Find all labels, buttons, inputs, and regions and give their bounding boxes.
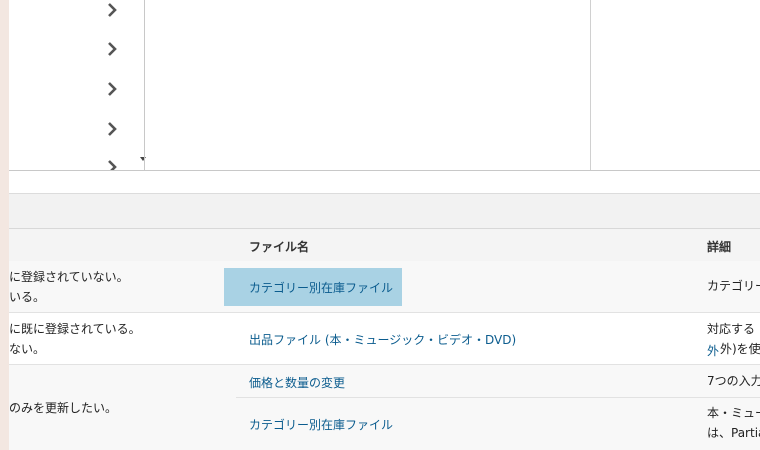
column-header-file-name: ファイル名 [249,240,310,254]
situation-text: ない。 [9,342,46,356]
chevron-right-icon[interactable] [105,3,119,17]
situation-text: いる。 [9,290,46,304]
divider [144,0,145,170]
details-link[interactable]: 外 [707,342,719,359]
details-text: 外)を使用 [720,342,760,356]
table-header: ファイル名 詳細 [9,228,760,262]
divider [236,397,760,398]
details-text: 対応する [707,322,756,336]
section-band [9,193,760,228]
file-link-category-inventory[interactable]: カテゴリー別在庫ファイル [249,279,393,296]
situation-text: に登録されていない。 [9,270,129,284]
file-link-category-inventory[interactable]: カテゴリー別在庫ファイル [249,416,393,433]
scroll-down-arrow-icon[interactable] [140,157,146,161]
column-header-details: 詳細 [707,240,732,254]
chevron-right-icon[interactable] [105,160,119,170]
chevron-right-icon[interactable] [105,42,119,56]
details-text: 7つの入力 [707,374,760,388]
details-text: 本・ミュー [707,406,760,420]
details-text: カテゴリー [707,279,760,293]
situation-text: に既に登録されている。 [9,322,141,336]
file-link-price-quantity[interactable]: 価格と数量の変更 [249,374,345,391]
left-edge-strip [0,0,9,450]
divider [590,0,591,170]
chevron-right-icon[interactable] [105,122,119,136]
tree-scrollbar[interactable] [133,0,153,170]
chevron-right-icon[interactable] [105,82,119,96]
divider [9,170,760,171]
file-link-listing-media[interactable]: 出品ファイル (本・ミュージック・ビデオ・DVD) [249,331,516,348]
category-tree-panel [9,0,153,170]
details-text: は、Partia [707,426,760,440]
situation-text: のみを更新したい。 [9,401,118,415]
table-row [9,365,760,450]
